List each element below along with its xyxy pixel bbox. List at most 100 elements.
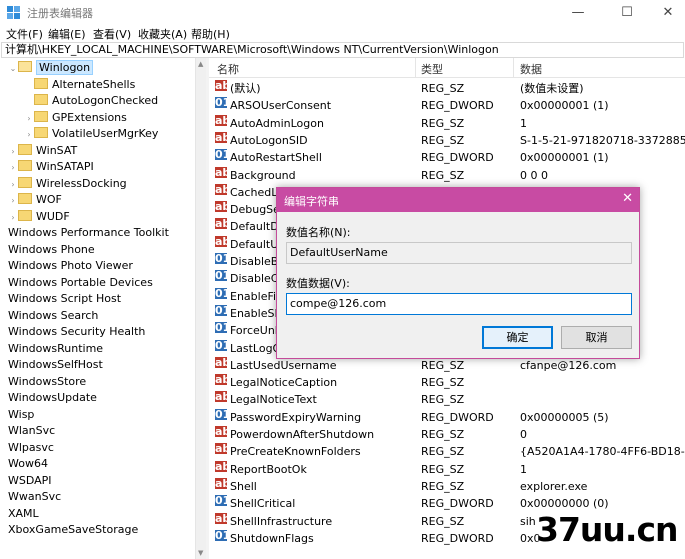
tree-item[interactable]: Windows Performance Toolkit (8, 225, 169, 241)
tree-item-label: Windows Performance Toolkit (8, 226, 169, 239)
column-header-data[interactable]: 数据 (520, 61, 542, 77)
tree-pane[interactable]: ⌄ Winlogon AlternateShells AutoLogonChecked… (0, 58, 205, 559)
tree-item-label: WirelessDocking (36, 176, 127, 190)
list-item[interactable]: ab AutoLogonSID REG_SZ S-1-5-21-971820718-3… (209, 131, 685, 149)
list-item[interactable]: ab (默认) REG_SZ (数值未设置) (209, 80, 685, 97)
column-divider[interactable] (415, 58, 416, 78)
menu-view[interactable]: 查看(V) (93, 26, 131, 42)
tree-item[interactable]: Wisp (8, 407, 34, 423)
tree-item[interactable]: XAML (8, 506, 39, 522)
tree-item[interactable]: WindowsRuntime (8, 341, 103, 357)
string-value-icon: ab (215, 201, 227, 213)
list-item[interactable]: ab ReportBootOk REG_SZ 1 (209, 460, 685, 478)
expand-chevron-icon[interactable]: › (8, 144, 18, 160)
tree-item[interactable]: Wlpasvc (8, 440, 54, 456)
cancel-button[interactable]: 取消 (561, 326, 632, 349)
column-divider[interactable] (513, 58, 514, 78)
tree-item[interactable]: Windows Script Host (8, 291, 121, 307)
expand-chevron-icon[interactable]: › (24, 111, 34, 127)
expand-chevron-icon[interactable]: › (24, 127, 34, 143)
expand-chevron-icon[interactable]: › (8, 193, 18, 209)
tree-item[interactable]: WlanSvc (8, 423, 55, 439)
menu-help[interactable]: 帮助(H) (191, 26, 230, 42)
binary-value-icon: 01 (215, 287, 227, 299)
tree-item[interactable]: › WinSATAPI (8, 159, 94, 175)
tree-item-label: Wlpasvc (8, 440, 54, 454)
tree-item[interactable]: › WirelessDocking (8, 176, 127, 192)
list-item[interactable]: ab PowerdownAfterShutdown REG_SZ 0 (209, 426, 685, 443)
tree-item[interactable]: › WinSAT (8, 143, 77, 159)
menu-favorites[interactable]: 收藏夹(A) (138, 26, 187, 42)
tree-item[interactable]: WindowsUpdate (8, 390, 97, 406)
tree-item[interactable]: › WUDF (8, 209, 70, 225)
string-value-icon: ab (215, 218, 227, 230)
string-value-icon: ab (215, 235, 227, 247)
value-name: (默认) (230, 82, 261, 95)
value-data-input[interactable]: compe@126.com (286, 293, 632, 315)
tree-item[interactable]: › WOF (8, 192, 62, 208)
tree-item-label: Windows Script Host (8, 292, 122, 305)
tree-item[interactable]: Wow64 (8, 456, 48, 472)
scroll-down-arrow-icon[interactable]: ▼ (198, 549, 203, 557)
dialog-title-bar: 编辑字符串 ✕ (277, 188, 639, 212)
folder-icon (18, 193, 32, 204)
tree-item[interactable]: Windows Portable Devices (8, 275, 153, 291)
tree-item[interactable]: Windows Phone (8, 242, 95, 258)
list-item[interactable]: ab Background REG_SZ 0 0 0 (209, 166, 685, 184)
list-item[interactable]: 01 AutoRestartShell REG_DWORD 0x00000001 (1… (209, 149, 685, 166)
expand-chevron-icon[interactable]: › (8, 160, 18, 176)
tree-item[interactable]: › VolatileUserMgrKey (24, 126, 158, 142)
value-data: cfanpe@126.com (520, 358, 617, 372)
tree-item[interactable]: WSDAPI (8, 473, 52, 489)
list-item[interactable]: ab LegalNoticeText REG_SZ (209, 391, 685, 408)
tree-item[interactable]: AutoLogonChecked (24, 93, 158, 109)
tree-item[interactable]: AlternateShells (24, 77, 135, 93)
expand-chevron-icon[interactable]: › (8, 210, 18, 226)
maximize-button[interactable]: ☐ (610, 0, 644, 25)
list-item[interactable]: ab LastUsedUsername REG_SZ cfanpe@126.com (209, 356, 685, 374)
value-name: PreCreateKnownFolders (230, 445, 361, 459)
close-button[interactable]: ✕ (651, 0, 685, 25)
string-value-icon: ab (215, 356, 227, 368)
string-value-icon: ab (215, 131, 227, 143)
tree-item[interactable]: › GPExtensions (24, 110, 127, 126)
value-name-label: 数值名称(N): (286, 226, 351, 239)
string-value-icon: ab (215, 114, 227, 126)
tree-item[interactable]: WindowsStore (8, 374, 86, 390)
menu-edit[interactable]: 编辑(E) (48, 26, 86, 42)
ok-button[interactable]: 确定 (482, 326, 553, 349)
column-header-name[interactable]: 名称 (217, 61, 239, 77)
tree-item[interactable]: WwanSvc (8, 489, 61, 505)
menu-file[interactable]: 文件(F) (6, 26, 43, 42)
value-name: PasswordExpiryWarning (230, 410, 362, 424)
value-type: REG_DWORD (421, 497, 494, 511)
tree-item[interactable]: Windows Security Health (8, 324, 145, 340)
list-item[interactable]: ab Shell REG_SZ explorer.exe (209, 477, 685, 495)
list-item[interactable]: ab LegalNoticeCaption REG_SZ (209, 374, 685, 391)
tree-item-label: AlternateShells (52, 77, 136, 91)
tree-scrollbar[interactable]: ▲ ▼ (195, 58, 206, 559)
tree-item[interactable]: Windows Photo Viewer (8, 258, 133, 274)
minimize-button[interactable]: — (561, 0, 595, 25)
value-name: ARSOUserConsent (230, 99, 332, 113)
tree-item[interactable]: XboxGameSaveStorage (8, 522, 138, 538)
tree-item[interactable]: ⌄ Winlogon (8, 60, 94, 77)
list-item[interactable]: ab AutoAdminLogon REG_SZ 1 (209, 114, 685, 132)
tree-item[interactable]: WindowsSelfHost (8, 357, 103, 373)
list-item[interactable]: 01 ARSOUserConsent REG_DWORD 0x00000001 (1) (209, 97, 685, 114)
expand-chevron-icon[interactable]: ⌄ (8, 61, 18, 77)
list-item[interactable]: ab PreCreateKnownFolders REG_SZ {A520A1A4-1… (209, 443, 685, 460)
value-name: AutoLogonSID (230, 133, 308, 147)
expand-chevron-icon[interactable]: › (8, 177, 18, 193)
tree-item[interactable]: Windows Search (8, 308, 98, 324)
value-data: 0x00000001 (1) (520, 151, 609, 165)
title-bar: 注册表编辑器 — ☐ ✕ (0, 0, 685, 25)
address-bar[interactable]: 计算机\HKEY_LOCAL_MACHINE\SOFTWARE\Microsof… (1, 42, 684, 58)
list-item[interactable]: 01 PasswordExpiryWarning REG_DWORD 0x000000… (209, 408, 685, 426)
column-header-type[interactable]: 类型 (421, 61, 443, 77)
tree-item-label: Winlogon (36, 60, 94, 75)
dialog-close-icon[interactable]: ✕ (622, 191, 633, 206)
value-type: REG_SZ (421, 168, 465, 182)
value-name: AutoRestartShell (230, 151, 322, 165)
scroll-up-arrow-icon[interactable]: ▲ (198, 60, 203, 68)
